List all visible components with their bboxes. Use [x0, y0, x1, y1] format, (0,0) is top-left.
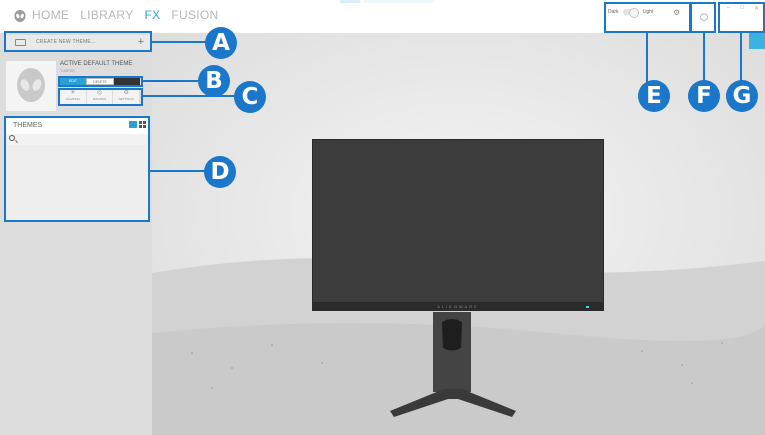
nav-fusion[interactable]: FUSION	[171, 8, 218, 22]
callout-line-a	[152, 41, 208, 43]
callout-box-g	[718, 2, 765, 33]
callout-box-d	[4, 116, 150, 222]
callout-a: A	[205, 27, 237, 59]
callout-b: B	[198, 65, 230, 97]
callout-box-f	[690, 2, 716, 33]
callout-d: D	[204, 156, 236, 188]
alien-head-icon	[17, 68, 45, 102]
callout-f: F	[688, 80, 720, 112]
callout-box-b	[58, 76, 143, 87]
callout-e: E	[638, 80, 670, 112]
callout-line-b	[143, 80, 199, 82]
active-theme-title: ACTIVE DEFAULT THEME	[60, 61, 133, 67]
top-tab-indicator	[340, 0, 435, 3]
nav-home[interactable]: HOME	[32, 8, 69, 22]
main-nav: HOME LIBRARY FX FUSION	[32, 8, 219, 22]
callout-line-g	[740, 33, 742, 83]
callout-line-e	[646, 33, 648, 83]
active-theme-thumbnail	[6, 61, 56, 111]
nav-fx[interactable]: FX	[144, 8, 160, 22]
alien-logo-icon[interactable]	[14, 10, 26, 24]
callout-line-d	[150, 170, 206, 172]
panel-toggle-button[interactable]	[749, 33, 765, 49]
callout-line-f	[703, 33, 705, 83]
callout-line-c	[143, 95, 235, 97]
callout-box-c	[58, 88, 143, 106]
callout-box-a	[4, 31, 152, 52]
callout-box-e	[604, 2, 691, 33]
nav-library[interactable]: LIBRARY	[80, 8, 133, 22]
active-theme-subtitle: T-MPSE	[60, 68, 75, 73]
callout-g: G	[726, 80, 758, 112]
callout-c: C	[234, 81, 266, 113]
